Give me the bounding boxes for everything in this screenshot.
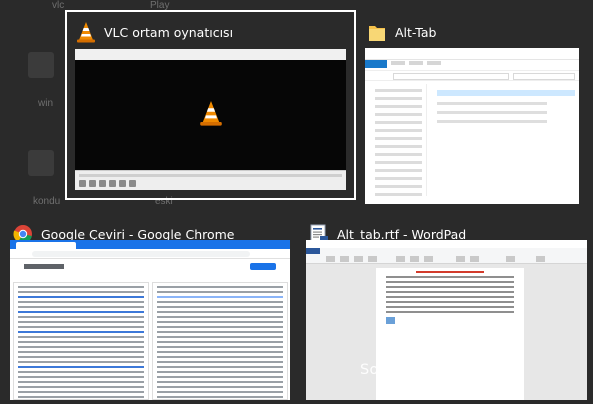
desktop-label: win [38,98,54,109]
vlc-cone-icon [75,21,97,43]
window-thumbnail [75,49,346,190]
window-title: VLC ortam oynatıcısı [104,24,234,40]
desktop-label: kondu [33,196,61,207]
desktop-label: vlc [52,0,65,11]
task-switcher-card-chrome[interactable]: Google Çeviri - Google Chrome [4,214,294,402]
folder-icon [366,21,388,43]
desktop-label: Play [150,0,170,11]
window-title: Alt-Tab [395,24,437,40]
desktop-shortcut-icon [28,52,54,78]
task-switcher-card-vlc[interactable]: VLC ortam oynatıcısı [65,10,356,200]
window-thumbnail [10,240,290,400]
task-switcher-card-explorer[interactable]: Alt-Tab [358,12,586,204]
vlc-cone-icon [199,99,223,131]
watermark: Sordum.net [360,362,448,378]
window-thumbnail [365,48,579,204]
desktop-shortcut-icon [28,150,54,176]
